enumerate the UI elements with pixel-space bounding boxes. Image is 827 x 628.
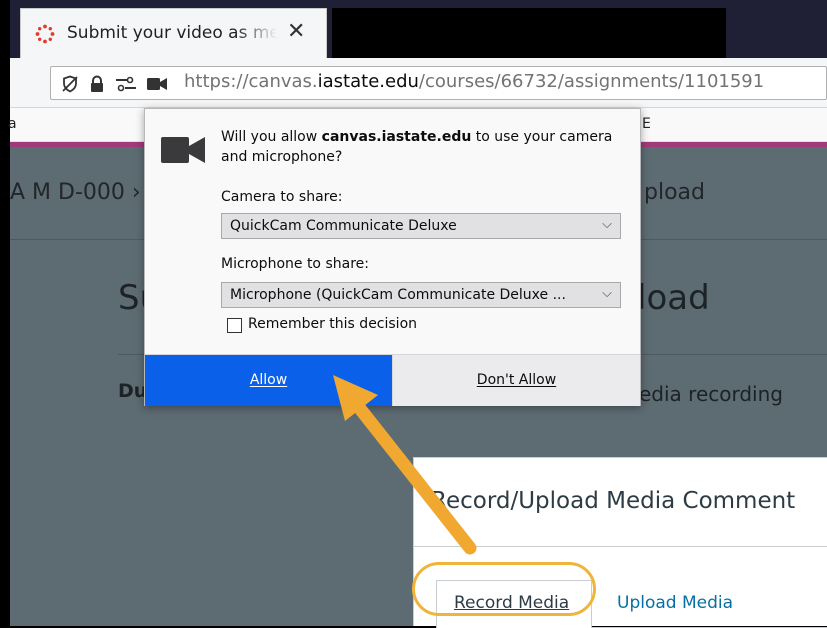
dont-allow-label: Don't Allow — [476, 372, 557, 388]
tab-upload-media[interactable]: Upload Media — [617, 593, 733, 613]
due-label: Du — [118, 380, 148, 402]
media-recording-text: edia recording — [639, 382, 783, 406]
breadcrumb-course[interactable]: A M D-000 › — [10, 180, 141, 205]
lock-icon[interactable] — [89, 75, 105, 93]
close-tab-icon[interactable]: ✕ — [287, 19, 305, 44]
chevron-down-icon: ⌵ — [602, 286, 612, 301]
camera-icon — [161, 137, 205, 163]
url-domain: iastate.edu — [317, 71, 419, 92]
annotation-highlight-circle — [412, 562, 596, 616]
question-domain: canvas.iastate.edu — [321, 129, 472, 145]
allow-label: Allow — [249, 372, 288, 388]
breadcrumb-assignment[interactable]: pload — [644, 180, 705, 205]
bookmark-fragment-right[interactable]: E — [642, 116, 651, 132]
permission-question: Will you allow canvas.iastate.edu to use… — [221, 127, 621, 167]
url-text: https://canvas.iastate.edu/courses/66732… — [184, 71, 764, 92]
chevron-down-icon: ⌵ — [602, 217, 612, 232]
browser-tab-bar: Submit your video as media up ✕ — [10, 0, 827, 58]
url-prefix: https://canvas. — [184, 71, 318, 92]
redacted-area — [332, 8, 726, 58]
camera-select-value: QuickCam Communicate Deluxe — [230, 218, 457, 234]
url-path: /courses/66732/assignments/1101591 — [418, 71, 765, 92]
remember-checkbox[interactable] — [227, 318, 242, 333]
tab-title: Submit your video as media up — [67, 23, 277, 43]
url-bar[interactable]: https://canvas.iastate.edu/courses/66732… — [50, 66, 827, 100]
remember-label[interactable]: Remember this decision — [248, 316, 417, 332]
permissions-icon[interactable] — [115, 76, 137, 92]
canvas-logo-icon — [35, 24, 55, 44]
camera-label: Camera to share: — [221, 189, 343, 205]
allow-button[interactable]: Allow — [145, 355, 392, 406]
camera-select[interactable]: QuickCam Communicate Deluxe ⌵ — [221, 213, 621, 239]
browser-tab[interactable]: Submit your video as media up ✕ — [20, 8, 327, 58]
dont-allow-button[interactable]: Don't Allow — [392, 355, 640, 406]
microphone-select-value: Microphone (QuickCam Communicate Deluxe … — [230, 287, 566, 303]
dialog-header-divider — [414, 546, 827, 547]
media-dialog-title: Record/Upload Media Comment — [431, 488, 796, 514]
camera-indicator-icon[interactable] — [147, 77, 167, 91]
microphone-select[interactable]: Microphone (QuickCam Communicate Deluxe … — [221, 282, 621, 308]
permission-popup: Will you allow canvas.iastate.edu to use… — [144, 108, 641, 406]
permission-buttons: Allow Don't Allow — [145, 354, 640, 406]
microphone-label: Microphone to share: — [221, 256, 369, 272]
question-prefix: Will you allow — [221, 129, 322, 145]
tracking-protection-icon[interactable] — [61, 75, 79, 93]
bookmark-fragment-left[interactable]: a — [8, 116, 17, 132]
page-title-fragment-right: load — [637, 278, 710, 318]
navigation-bar: https://canvas.iastate.edu/courses/66732… — [10, 58, 827, 108]
